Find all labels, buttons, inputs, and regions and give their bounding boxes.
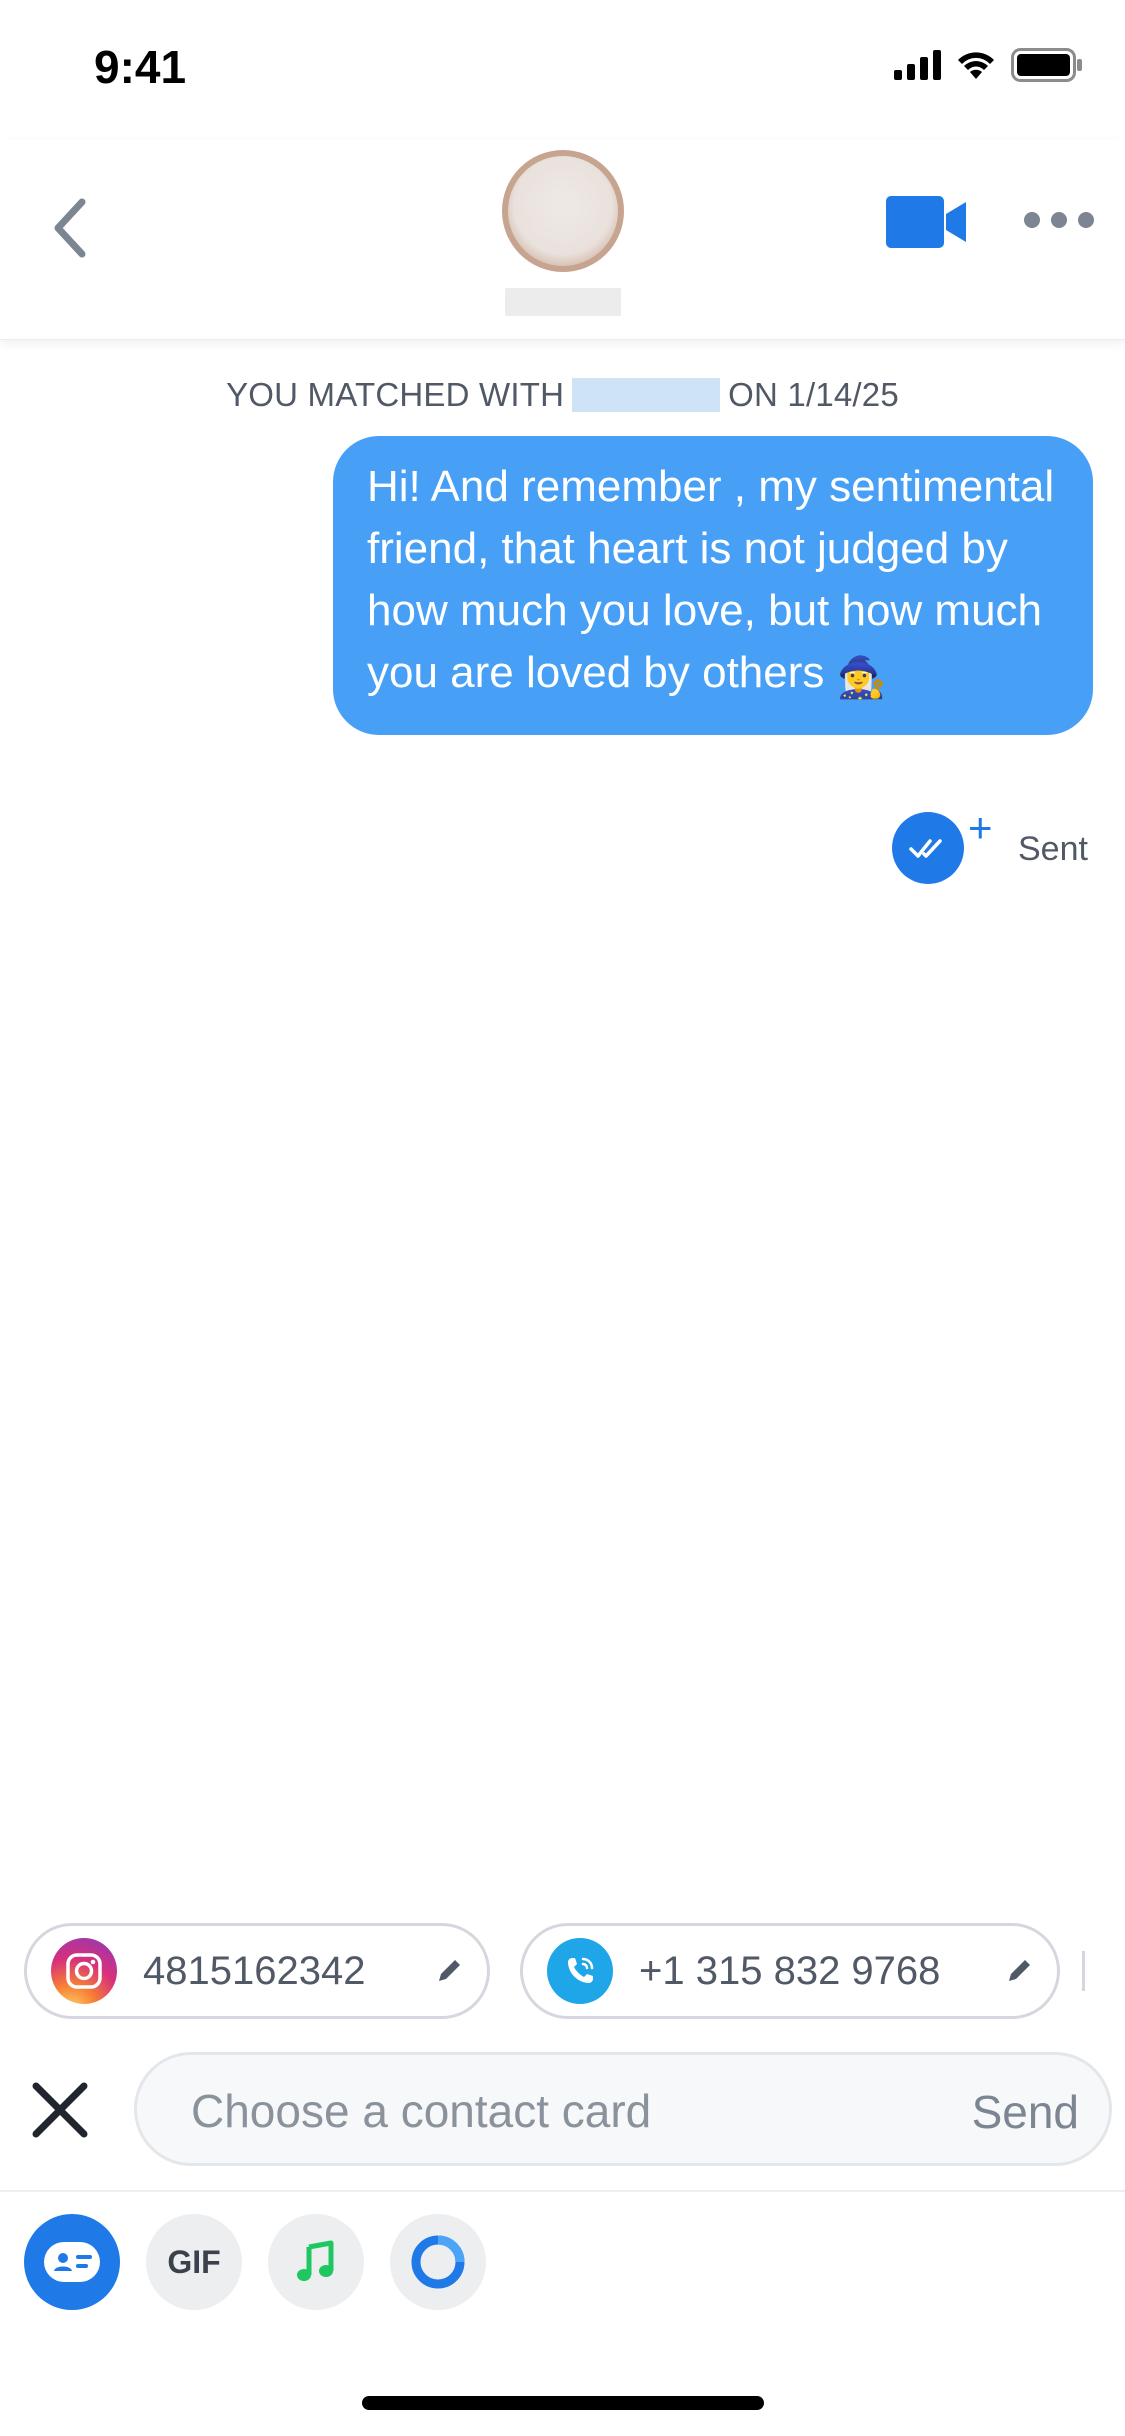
sent-message-bubble[interactable]: Hi! And remember , my sentimental friend…: [333, 436, 1093, 735]
gif-icon: GIF: [167, 2243, 221, 2280]
phone-icon: [547, 1938, 613, 2004]
phone-number: +1 315 832 9768: [639, 1948, 941, 1993]
contact-card-icon: [44, 2242, 100, 2282]
attachment-toolbar: GIF: [24, 2214, 486, 2310]
music-button[interactable]: [268, 2214, 364, 2310]
double-check-icon: [892, 812, 964, 884]
message-text: Hi! And remember , my sentimental friend…: [367, 462, 1055, 697]
send-button[interactable]: Send: [972, 2085, 1079, 2139]
home-indicator[interactable]: [362, 2396, 764, 2410]
ring-button[interactable]: [390, 2214, 486, 2310]
status-icons: [894, 48, 1083, 82]
chip-overflow-edge: [1082, 1951, 1085, 1991]
match-date-line: YOU MATCHED WITH ON 1/14/25: [0, 376, 1125, 414]
plus-icon[interactable]: +: [968, 804, 993, 852]
gif-button[interactable]: GIF: [146, 2214, 242, 2310]
match-name-redacted: [572, 378, 721, 412]
video-call-button[interactable]: [884, 192, 970, 252]
instagram-icon: [51, 1938, 117, 2004]
contact-card-chips: 4815162342 +1 315 832 9768: [24, 1922, 1125, 2020]
more-options-button[interactable]: [1024, 198, 1094, 242]
match-prefix: YOU MATCHED WITH: [226, 376, 565, 413]
video-camera-icon: [886, 196, 966, 248]
avatar[interactable]: [502, 150, 624, 272]
chat-header: [0, 140, 1125, 340]
instagram-handle: 4815162342: [143, 1948, 366, 1993]
match-suffix: ON 1/14/25: [728, 376, 899, 413]
message-input-pill: Send: [134, 2052, 1112, 2166]
receipt-status: Sent: [1018, 830, 1088, 868]
status-bar: 9:41: [0, 0, 1125, 140]
divider: [0, 2190, 1125, 2192]
read-receipt[interactable]: + Sent: [892, 804, 1088, 884]
message-input[interactable]: [191, 2083, 891, 2139]
chevron-left-icon: [54, 198, 86, 258]
pencil-icon[interactable]: [429, 1951, 469, 1991]
back-button[interactable]: [40, 188, 100, 268]
close-icon: [32, 2082, 88, 2138]
message-composer: Send: [0, 2052, 1125, 2168]
wifi-icon: [955, 49, 997, 81]
phone-contact-chip[interactable]: +1 315 832 9768: [520, 1923, 1060, 2019]
contact-card-button[interactable]: [24, 2214, 120, 2310]
battery-icon: [1011, 48, 1083, 82]
more-dot: [1078, 212, 1094, 228]
circle-ring-icon: [411, 2235, 465, 2289]
more-dot: [1051, 212, 1067, 228]
wizard-emoji: 🧙‍♀️: [836, 656, 887, 700]
match-name-redacted: [505, 288, 621, 316]
music-note-icon: [297, 2240, 334, 2281]
pencil-icon[interactable]: [999, 1951, 1039, 1991]
close-button[interactable]: [28, 2078, 92, 2142]
status-time: 9:41: [94, 41, 187, 93]
more-dot: [1024, 212, 1040, 228]
instagram-contact-chip[interactable]: 4815162342: [24, 1923, 490, 2019]
cellular-signal-icon: [894, 50, 941, 80]
